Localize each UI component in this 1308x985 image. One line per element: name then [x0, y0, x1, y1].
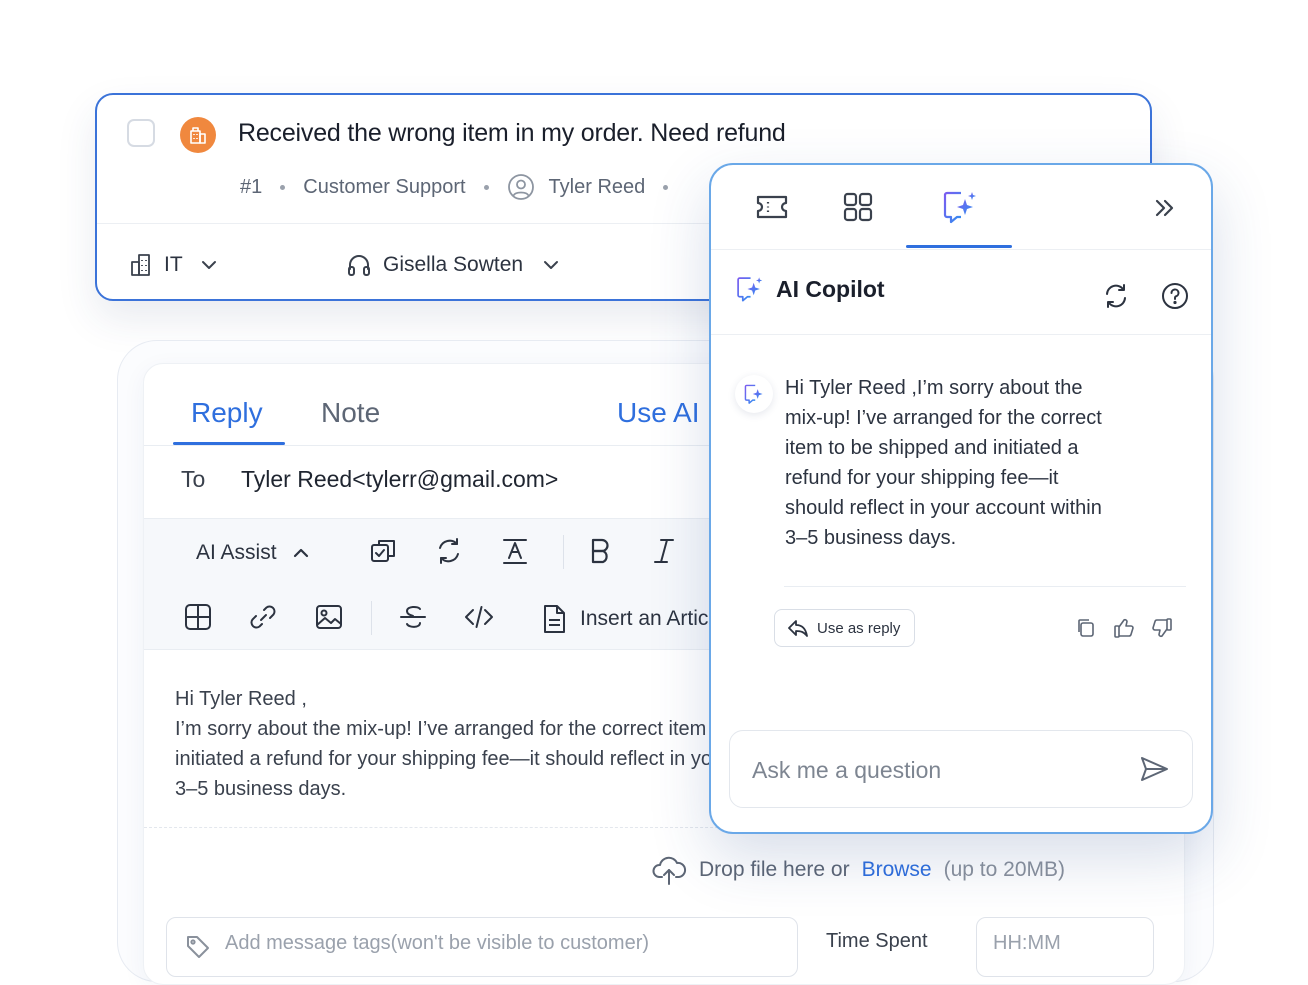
strikethrough-icon[interactable]	[397, 601, 429, 633]
suggestion-divider	[784, 586, 1186, 587]
thumbs-down-icon[interactable]	[1151, 617, 1173, 639]
insert-article-button[interactable]: Insert an Article	[540, 601, 725, 637]
use-as-reply-button[interactable]: Use as reply	[774, 609, 916, 647]
copilot-avatar	[735, 375, 773, 413]
meta-separator	[280, 184, 286, 190]
use-ai-button[interactable]: Use AI	[617, 397, 699, 429]
table-icon[interactable]	[182, 601, 214, 633]
suggestion-line: 3–5 business days.	[785, 527, 957, 549]
italic-icon[interactable]	[648, 535, 680, 567]
document-icon	[540, 603, 568, 635]
department-value: IT	[164, 253, 183, 276]
department-dropdown[interactable]: IT	[128, 249, 219, 281]
time-spent-input[interactable]: HH:MM	[976, 917, 1154, 977]
ticket-requester[interactable]: Tyler Reed	[549, 176, 646, 199]
ticket-id: #1	[240, 175, 263, 198]
headset-icon	[345, 251, 373, 279]
suggestion-line: item to be shipped and initiated a	[785, 437, 1079, 459]
agent-value: Gisella Sowten	[383, 253, 524, 276]
browse-link[interactable]: Browse	[862, 858, 932, 882]
insert-article-label: Insert an Article	[580, 607, 725, 630]
suggestion-line: Hi Tyler Reed ,I’m sorry about the	[785, 377, 1083, 399]
toolbar-separator	[563, 535, 564, 569]
organization-icon	[180, 117, 216, 153]
message-tags-placeholder: Add message tags(won't be visible to cus…	[225, 932, 650, 954]
copilot-title: AI Copilot	[776, 276, 885, 302]
copilot-header: AI Copilot	[711, 250, 1211, 335]
ai-copilot-panel: AI Copilot Hi Tyler Reed ,I’m sorry abou…	[709, 163, 1213, 834]
suggestion-line: should reflect in your account within	[785, 497, 1102, 519]
ai-assist-label: AI Assist	[196, 541, 277, 564]
tag-icon	[185, 934, 211, 960]
chevron-up-icon	[291, 543, 311, 563]
meta-separator	[483, 184, 489, 190]
time-spent-placeholder: HH:MM	[993, 932, 1061, 954]
refresh-icon[interactable]	[1102, 282, 1130, 310]
tab-reply[interactable]: Reply	[191, 397, 263, 429]
copilot-suggestion: Hi Tyler Reed ,I’m sorry about the mix-u…	[785, 373, 1102, 553]
bold-icon[interactable]	[584, 535, 616, 567]
collapse-panel-icon[interactable]	[1151, 195, 1177, 221]
message-tags-input[interactable]: Add message tags(won't be visible to cus…	[166, 917, 798, 977]
code-icon[interactable]	[463, 601, 495, 633]
file-drop-zone[interactable]: Drop file here or Browse (up to 20MB)	[651, 852, 1065, 888]
chevron-down-icon	[541, 255, 561, 275]
send-icon[interactable]	[1138, 753, 1170, 785]
rephrase-icon[interactable]	[433, 535, 465, 567]
chevron-down-icon	[199, 255, 219, 275]
to-label: To	[181, 466, 206, 492]
time-spent-label: Time Spent	[826, 930, 928, 952]
toolbar-separator	[371, 601, 372, 635]
meta-separator	[663, 184, 669, 190]
to-recipient[interactable]: Tyler Reed<tylerr@gmail.com>	[241, 466, 558, 493]
ask-question-input[interactable]	[750, 751, 1114, 789]
agent-dropdown[interactable]: Gisella Sowten	[345, 249, 561, 281]
ai-sparkle-icon[interactable]	[941, 189, 977, 225]
ticket-group: Customer Support	[303, 175, 466, 198]
reply-arrow-icon	[787, 618, 809, 638]
building-icon	[128, 252, 154, 278]
use-as-reply-label: Use as reply	[817, 619, 901, 637]
ai-assist-button[interactable]: AI Assist	[196, 537, 311, 569]
copy-icon[interactable]	[1075, 617, 1097, 639]
ai-copilot-icon	[735, 274, 763, 304]
link-icon[interactable]	[247, 601, 279, 633]
cloud-upload-icon	[651, 852, 687, 888]
suggestion-line: refund for your shipping fee—it	[785, 467, 1059, 489]
copilot-tab-active-indicator	[906, 245, 1012, 248]
copilot-tabs	[711, 165, 1211, 250]
thumbs-up-icon[interactable]	[1113, 617, 1135, 639]
drop-prompt: Drop file here or	[699, 858, 850, 881]
image-icon[interactable]	[313, 601, 345, 633]
apps-grid-icon[interactable]	[840, 189, 876, 225]
requester-avatar-icon	[507, 173, 535, 201]
tab-note[interactable]: Note	[321, 397, 380, 429]
upload-limit: (up to 20MB)	[943, 858, 1065, 881]
ticket-icon[interactable]	[754, 189, 790, 225]
ticket-select-checkbox[interactable]	[127, 119, 155, 147]
ticket-meta: #1 Customer Support Tyler Reed	[240, 173, 686, 201]
text-format-icon[interactable]	[499, 535, 531, 567]
copy-check-icon[interactable]	[368, 535, 400, 567]
suggestion-line: mix-up! I’ve arranged for the correct	[785, 407, 1102, 429]
help-icon[interactable]	[1160, 281, 1190, 311]
ticket-title[interactable]: Received the wrong item in my order. Nee…	[238, 119, 786, 148]
ask-question-box	[729, 730, 1193, 808]
